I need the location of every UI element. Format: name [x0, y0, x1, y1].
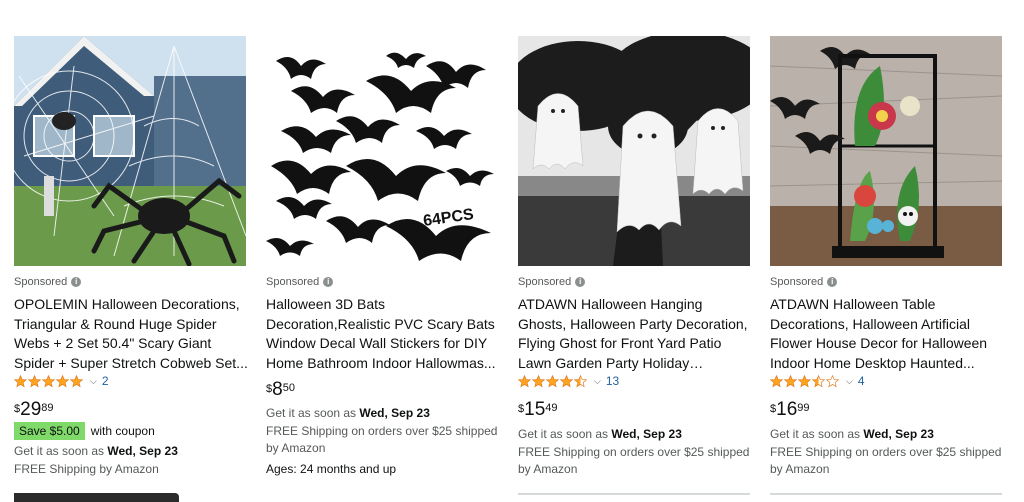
product-grid: Sponsored i OPOLEMIN Halloween Decoratio… [0, 0, 1024, 502]
delivery-date: Wed, Sep 23 [611, 427, 682, 441]
age-range: Ages: 24 months and up [266, 462, 397, 476]
sponsored-text: Sponsored [770, 276, 824, 288]
sponsored-label[interactable]: Sponsored i [518, 276, 586, 288]
coupon-suffix: with coupon [90, 424, 155, 438]
review-count[interactable]: 4 [858, 374, 865, 388]
delivery-date: Wed, Sep 23 [359, 406, 430, 420]
sponsored-label[interactable]: Sponsored i [770, 276, 838, 288]
price-whole: 29 [20, 399, 42, 420]
star-rating [770, 374, 839, 388]
price-whole: 16 [776, 399, 798, 420]
star-icon [798, 374, 811, 387]
price-fraction: 99 [797, 402, 810, 414]
shipping-info: FREE Shipping by Amazon [14, 462, 159, 476]
delivery-info: Get it as soon as Wed, Sep 23 [770, 426, 1004, 443]
product-title[interactable]: ATDAWN Halloween Table Decorations, Hall… [770, 295, 1004, 373]
shipping-info: FREE Shipping on orders over $25 shipped… [770, 445, 1002, 476]
rating-row[interactable]: ⌵ 13 [518, 374, 619, 388]
sponsored-text: Sponsored [14, 276, 68, 288]
delivery-prefix: Get it as soon as [770, 427, 861, 441]
star-rating [14, 374, 83, 388]
star-icon [28, 374, 41, 387]
info-icon[interactable]: i [827, 277, 838, 287]
sponsored-text: Sponsored [518, 276, 572, 288]
price-whole: 8 [272, 379, 283, 400]
product-image[interactable]: 64PCS [266, 36, 498, 266]
info-icon[interactable]: i [575, 277, 586, 287]
star-icon [812, 374, 825, 387]
chevron-down-icon[interactable]: ⌵ [594, 376, 601, 387]
sponsored-label[interactable]: Sponsored i [14, 276, 82, 288]
star-icon [574, 374, 587, 387]
star-icon [546, 374, 559, 387]
chevron-down-icon[interactable]: ⌵ [90, 376, 97, 387]
sponsored-label[interactable]: Sponsored i [266, 276, 334, 288]
star-icon [770, 374, 783, 387]
product-price[interactable]: $ 8 50 [266, 380, 295, 400]
shipping-info: FREE Shipping on orders over $25 shipped… [518, 445, 750, 476]
product-card: Sponsored i OPOLEMIN Halloween Decoratio… [14, 0, 250, 502]
price-fraction: 49 [545, 402, 558, 414]
star-icon [14, 374, 27, 387]
delivery-info: Get it as soon as Wed, Sep 23 [14, 443, 248, 460]
delivery-date: Wed, Sep 23 [107, 444, 178, 458]
review-count[interactable]: 2 [102, 374, 109, 388]
delivery-prefix: Get it as soon as [518, 427, 609, 441]
product-card: Sponsored i ATDAWN Halloween Hanging Gho… [518, 0, 754, 502]
rating-row[interactable]: ⌵ 2 [14, 374, 109, 388]
star-rating [518, 374, 587, 388]
coupon-badge[interactable]: Save $5.00 [14, 422, 85, 440]
review-count[interactable]: 13 [606, 374, 619, 388]
product-title[interactable]: Halloween 3D Bats Decoration,Realistic P… [266, 295, 500, 373]
product-title[interactable]: ATDAWN Halloween Hanging Ghosts, Hallowe… [518, 295, 752, 373]
star-icon [42, 374, 55, 387]
star-icon [518, 374, 531, 387]
sponsored-text: Sponsored [266, 276, 320, 288]
price-fraction: 89 [41, 402, 54, 414]
delivery-date: Wed, Sep 23 [863, 427, 934, 441]
product-price[interactable]: $ 16 99 [770, 400, 810, 420]
product-title[interactable]: OPOLEMIN Halloween Decorations, Triangul… [14, 295, 248, 373]
price-fraction: 50 [282, 382, 295, 394]
rating-row[interactable]: ⌵ 4 [770, 374, 865, 388]
delivery-info: Get it as soon as Wed, Sep 23 [518, 426, 752, 443]
delivery-prefix: Get it as soon as [266, 406, 357, 420]
price-whole: 15 [524, 399, 546, 420]
shipping-info: FREE Shipping on orders over $25 shipped… [266, 424, 498, 455]
star-icon [532, 374, 545, 387]
info-icon[interactable]: i [323, 277, 334, 287]
divider [518, 493, 750, 495]
divider [770, 493, 1002, 495]
star-icon [784, 374, 797, 387]
product-price[interactable]: $ 15 49 [518, 400, 558, 420]
star-icon [56, 374, 69, 387]
product-price[interactable]: $ 29 89 [14, 400, 54, 420]
product-image[interactable] [770, 36, 1002, 266]
delivery-prefix: Get it as soon as [14, 444, 105, 458]
product-card: Sponsored i ATDAWN Halloween Table Decor… [770, 0, 1006, 502]
scrollbar[interactable] [14, 493, 179, 502]
product-image[interactable] [14, 36, 246, 266]
coupon-row: Save $5.00 with coupon [14, 422, 155, 440]
delivery-info: Get it as soon as Wed, Sep 23 [266, 405, 500, 422]
star-icon [560, 374, 573, 387]
product-card: 64PCS Sponsored i Halloween 3D Bats Deco… [266, 0, 502, 502]
chevron-down-icon[interactable]: ⌵ [846, 376, 853, 387]
info-icon[interactable]: i [71, 277, 82, 287]
star-icon [826, 374, 839, 387]
star-icon [70, 374, 83, 387]
product-image[interactable] [518, 36, 750, 266]
